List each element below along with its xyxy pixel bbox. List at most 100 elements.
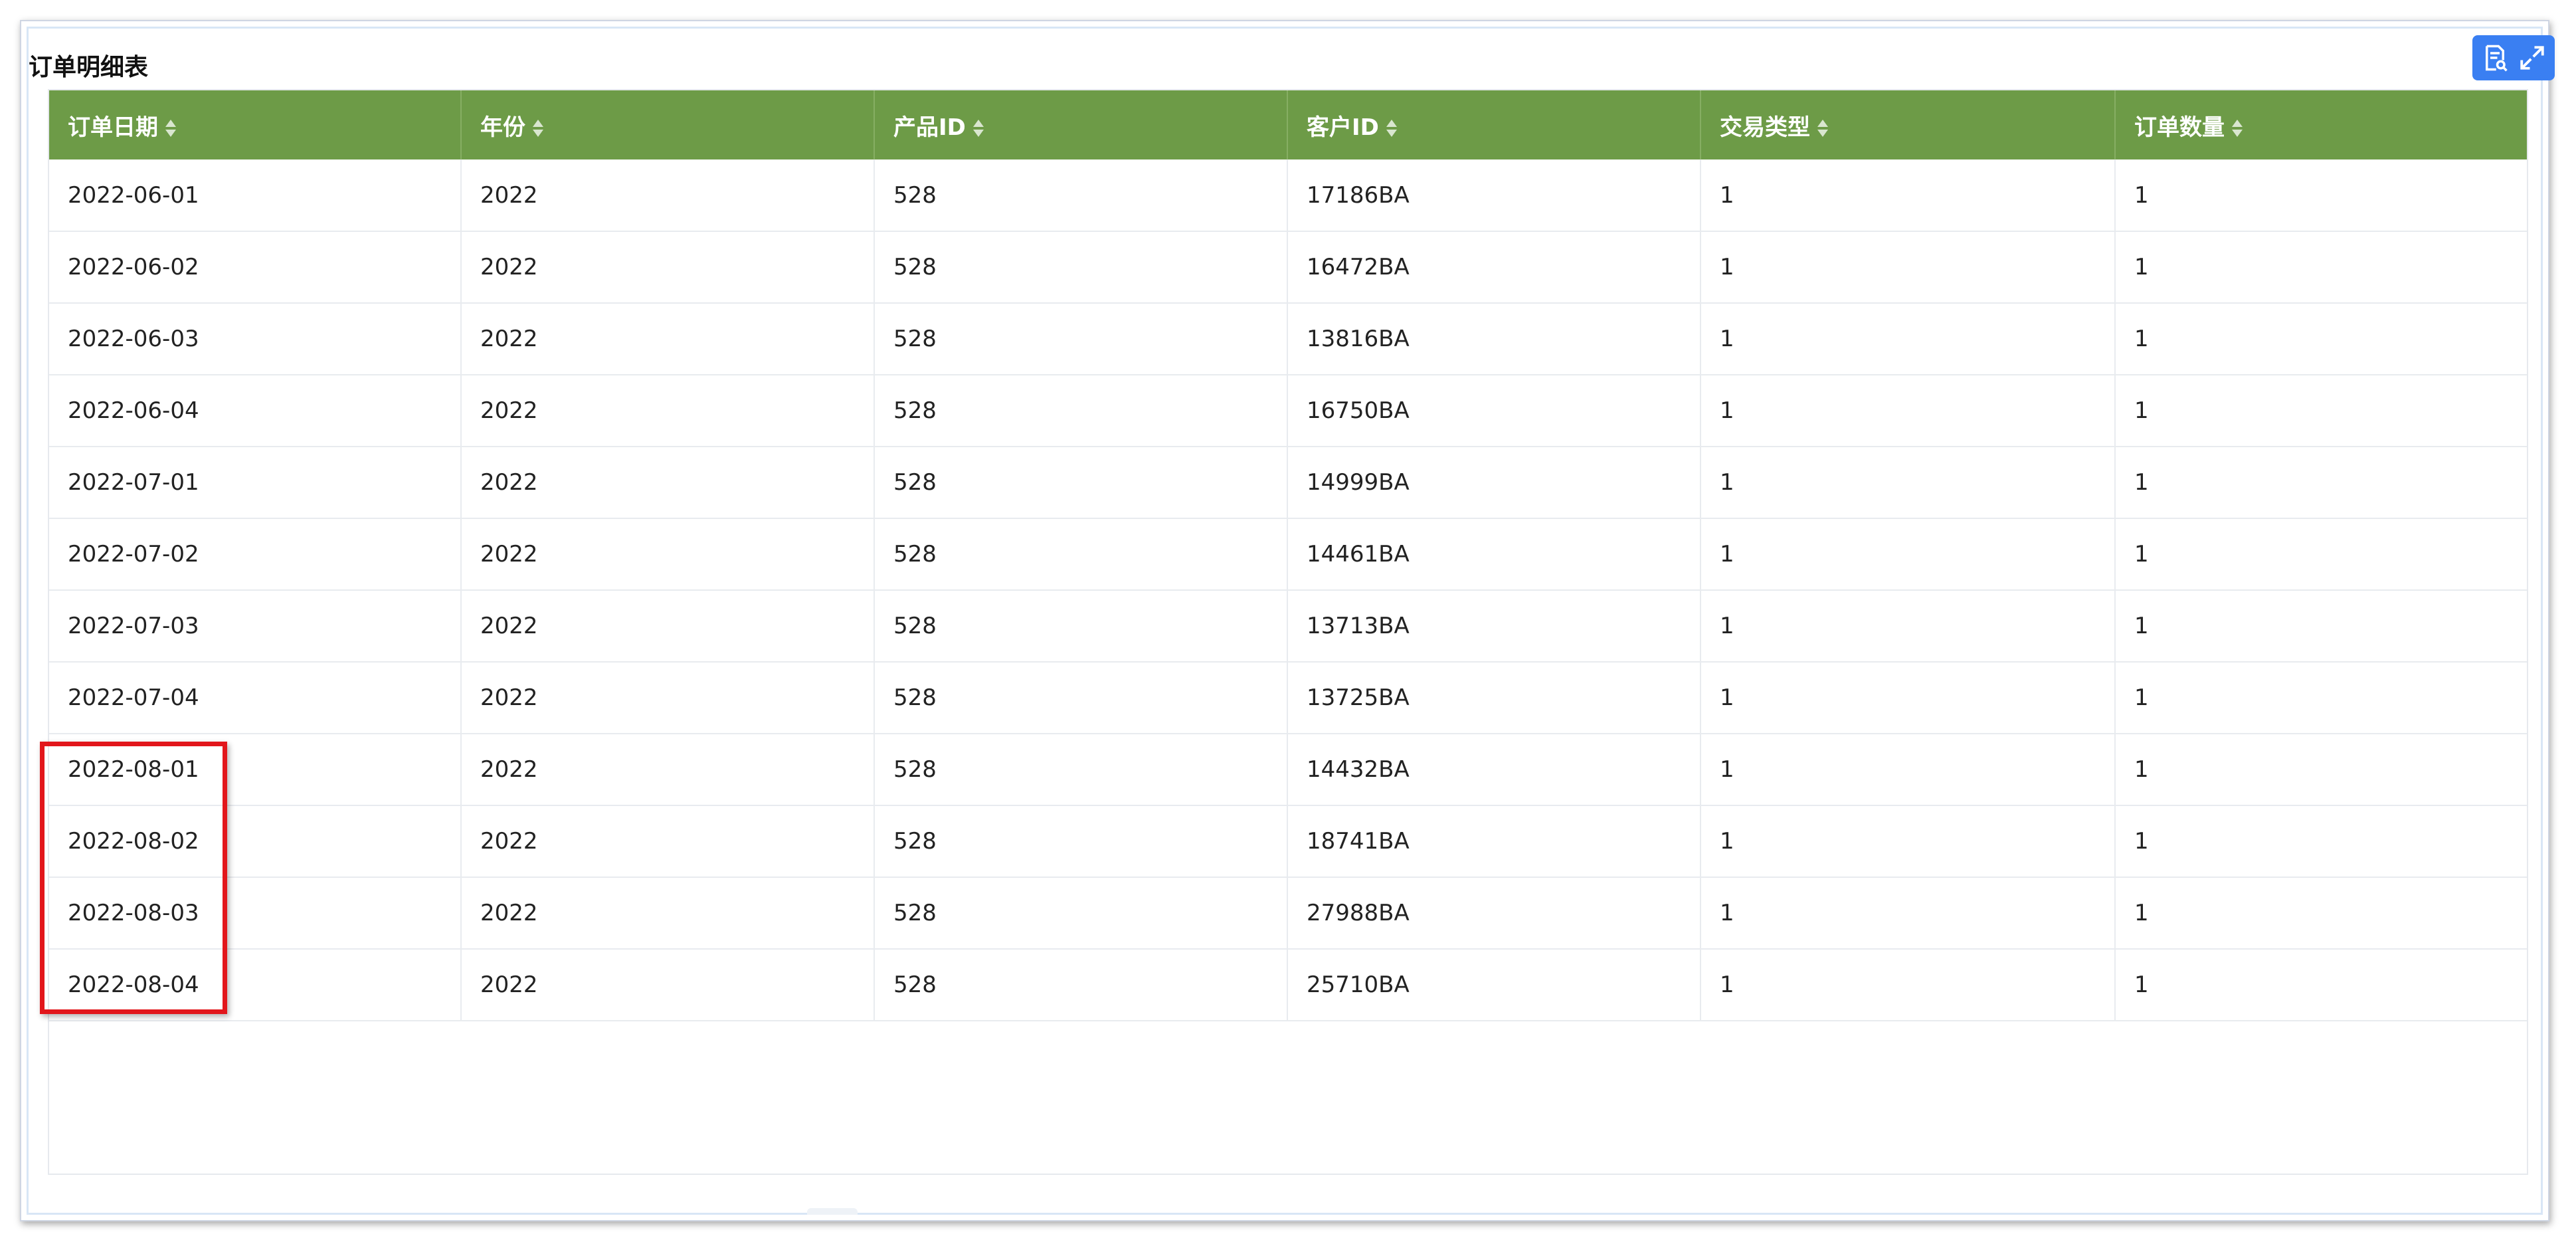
cell-customer-id: 27988BA [1287, 877, 1701, 950]
cell-order-quantity: 1 [2115, 590, 2527, 663]
cell-order-quantity: 1 [2115, 877, 2527, 950]
cell-transaction-type: 1 [1701, 375, 2116, 447]
column-header-product-id[interactable]: 产品ID [874, 90, 1288, 159]
cell-order-quantity: 1 [2115, 375, 2527, 447]
cell-transaction-type: 1 [1701, 159, 2116, 232]
cell-order-date: 2022-08-03 [49, 877, 462, 950]
cell-customer-id: 16750BA [1287, 375, 1701, 447]
cell-customer-id: 13725BA [1287, 662, 1701, 734]
cell-order-date: 2022-07-03 [49, 590, 462, 663]
cell-customer-id: 14432BA [1287, 734, 1701, 806]
cell-order-date: 2022-07-02 [49, 518, 462, 591]
column-header-label: 订单日期 [68, 114, 158, 141]
widget-toolbar [2472, 35, 2555, 80]
table-row[interactable]: 2022-06-02 2022 528 16472BA 1 1 [49, 231, 2527, 304]
cell-product-id: 528 [874, 949, 1288, 1021]
bottom-scroll-tab[interactable] [807, 1208, 858, 1215]
column-header-label: 年份 [480, 114, 525, 141]
cell-product-id: 528 [874, 303, 1288, 375]
cell-product-id: 528 [874, 231, 1288, 304]
cell-customer-id: 17186BA [1287, 159, 1701, 232]
cell-order-quantity: 1 [2115, 447, 2527, 519]
cell-product-id: 528 [874, 375, 1288, 447]
cell-customer-id: 14999BA [1287, 447, 1701, 519]
column-header-transaction-type[interactable]: 交易类型 [1701, 90, 2116, 159]
column-header-order-quantity[interactable]: 订单数量 [2115, 90, 2527, 159]
cell-order-date: 2022-07-04 [49, 662, 462, 734]
cell-year: 2022 [461, 303, 875, 375]
cell-order-quantity: 1 [2115, 805, 2527, 878]
cell-year: 2022 [461, 734, 875, 806]
cell-year: 2022 [461, 375, 875, 447]
sort-icon[interactable] [2231, 118, 2243, 138]
sort-icon[interactable] [1386, 118, 1398, 138]
table-row[interactable]: 2022-07-04 2022 528 13725BA 1 1 [49, 662, 2527, 734]
cell-customer-id: 16472BA [1287, 231, 1701, 304]
column-header-label: 客户ID [1307, 114, 1379, 141]
table-row[interactable]: 2022-08-03 2022 528 27988BA 1 1 [49, 877, 2527, 950]
cell-order-quantity: 1 [2115, 303, 2527, 375]
cell-product-id: 528 [874, 447, 1288, 519]
cell-product-id: 528 [874, 518, 1288, 591]
table-row[interactable]: 2022-06-04 2022 528 16750BA 1 1 [49, 375, 2527, 447]
cell-year: 2022 [461, 231, 875, 304]
column-header-order-date[interactable]: 订单日期 [49, 90, 462, 159]
cell-transaction-type: 1 [1701, 231, 2116, 304]
cell-order-quantity: 1 [2115, 159, 2527, 232]
cell-product-id: 528 [874, 805, 1288, 878]
column-header-year[interactable]: 年份 [461, 90, 875, 159]
expand-icon[interactable] [2516, 42, 2548, 74]
cell-year: 2022 [461, 805, 875, 878]
cell-transaction-type: 1 [1701, 877, 2116, 950]
cell-order-quantity: 1 [2115, 518, 2527, 591]
cell-year: 2022 [461, 159, 875, 232]
sort-icon[interactable] [972, 118, 984, 138]
table-row[interactable]: 2022-06-01 2022 528 17186BA 1 1 [49, 159, 2527, 232]
cell-order-date: 2022-06-04 [49, 375, 462, 447]
cell-transaction-type: 1 [1701, 303, 2116, 375]
cell-order-date: 2022-06-03 [49, 303, 462, 375]
cell-order-date: 2022-08-02 [49, 805, 462, 878]
sort-icon[interactable] [165, 118, 177, 138]
table-row[interactable]: 2022-07-03 2022 528 13713BA 1 1 [49, 590, 2527, 663]
cell-year: 2022 [461, 662, 875, 734]
cell-transaction-type: 1 [1701, 590, 2116, 663]
cell-customer-id: 13816BA [1287, 303, 1701, 375]
cell-order-quantity: 1 [2115, 949, 2527, 1021]
order-detail-table: 订单日期 年份 产品ID 客户ID 交易类型 订单数量 2022-06-01 2022 528… [49, 90, 2527, 1021]
table-row[interactable]: 2022-06-03 2022 528 13816BA 1 1 [49, 303, 2527, 375]
cell-order-quantity: 1 [2115, 662, 2527, 734]
cell-transaction-type: 1 [1701, 518, 2116, 591]
cell-year: 2022 [461, 518, 875, 591]
cell-order-date: 2022-06-01 [49, 159, 462, 232]
cell-year: 2022 [461, 877, 875, 950]
sort-icon[interactable] [1817, 118, 1829, 138]
cell-product-id: 528 [874, 877, 1288, 950]
cell-transaction-type: 1 [1701, 447, 2116, 519]
column-header-customer-id[interactable]: 客户ID [1287, 90, 1701, 159]
cell-customer-id: 25710BA [1287, 949, 1701, 1021]
cell-product-id: 528 [874, 159, 1288, 232]
cell-customer-id: 18741BA [1287, 805, 1701, 878]
table-header-row: 订单日期 年份 产品ID 客户ID 交易类型 订单数量 [49, 90, 2527, 159]
cell-order-date: 2022-08-04 [49, 949, 462, 1021]
cell-order-date: 2022-08-01 [49, 734, 462, 806]
cell-transaction-type: 1 [1701, 805, 2116, 878]
order-detail-table-container: 订单日期 年份 产品ID 客户ID 交易类型 订单数量 2022-06-01 2022 528… [48, 89, 2528, 1175]
cell-customer-id: 13713BA [1287, 590, 1701, 663]
cell-year: 2022 [461, 949, 875, 1021]
table-row[interactable]: 2022-08-01 2022 528 14432BA 1 1 [49, 734, 2527, 806]
column-header-label: 交易类型 [1720, 114, 1810, 141]
table-row[interactable]: 2022-08-02 2022 528 18741BA 1 1 [49, 805, 2527, 878]
table-title: 订单明细表 [29, 54, 149, 81]
sort-icon[interactable] [532, 118, 544, 138]
cell-transaction-type: 1 [1701, 662, 2116, 734]
column-header-label: 订单数量 [2134, 114, 2225, 141]
table-row[interactable]: 2022-08-04 2022 528 25710BA 1 1 [49, 949, 2527, 1021]
table-row[interactable]: 2022-07-01 2022 528 14999BA 1 1 [49, 447, 2527, 519]
report-view-icon[interactable] [2479, 42, 2511, 74]
cell-year: 2022 [461, 447, 875, 519]
cell-order-date: 2022-06-02 [49, 231, 462, 304]
table-row[interactable]: 2022-07-02 2022 528 14461BA 1 1 [49, 518, 2527, 591]
cell-product-id: 528 [874, 734, 1288, 806]
